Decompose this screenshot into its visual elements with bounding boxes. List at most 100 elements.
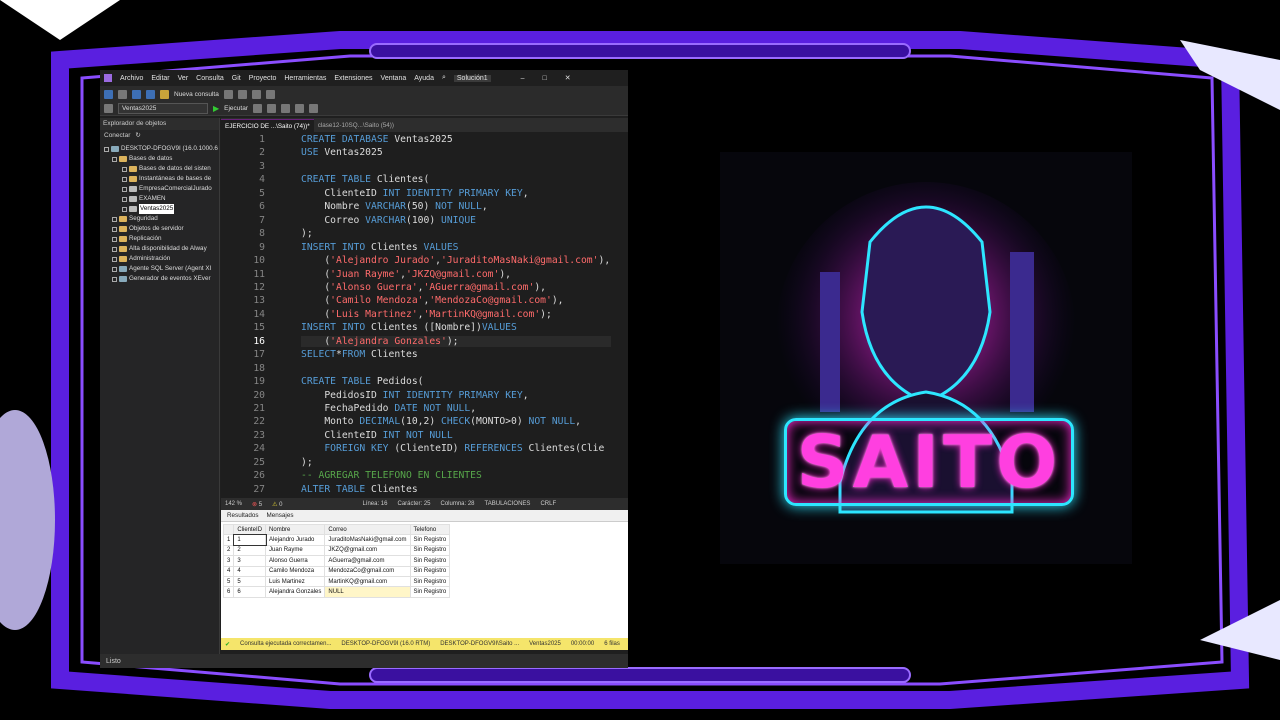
table-cell[interactable]: Camilo Mendoza [265,565,326,577]
new-query-icon[interactable] [160,89,169,99]
table-cell[interactable]: Luis Martinez [265,575,326,588]
tree-always-on[interactable]: Alta disponibilidad de Alway [100,244,219,254]
tree-system-dbs[interactable]: Bases de datos del sisten [100,164,219,174]
copy-icon[interactable] [251,89,261,99]
table-row[interactable]: 5 5 Luis Martinez MartinKQ@gmail.com Sin Reg… [222,575,451,588]
table-cell[interactable]: Sin Registro [409,544,451,557]
plan-icon[interactable] [267,103,277,113]
table-row[interactable]: 3 3 Alonso Guerra AGuerra@gmail.com Sin Regi… [222,555,451,567]
table-cell[interactable]: Sin Registro [409,534,451,546]
table-cell[interactable]: 4 [233,565,267,577]
tree-snapshots[interactable]: Instantáneas de bases de [100,174,219,184]
table-row[interactable]: 2 2 Juan Rayme JKZQ@gmail.com Sin Registro [222,544,451,557]
tab-ejercicio[interactable]: EJERCICIO DE ...\Saito (74))* [221,119,314,132]
tree-sql-agent[interactable]: Agente SQL Server (Agent XI [100,264,219,274]
tree-databases[interactable]: Bases de datos [100,154,219,164]
refresh-icon[interactable]: ↻ [135,130,140,142]
tree-server-objects[interactable]: Objetos de servidor [100,224,219,234]
column-header[interactable]: Telefono [409,523,451,536]
results-grid-icon[interactable] [281,103,291,113]
database-select[interactable]: Ventas2025 [118,102,208,114]
table-cell[interactable]: Alejandro Jurado [265,534,326,546]
comment-icon[interactable] [295,103,305,113]
redo-icon[interactable] [237,89,247,99]
query-status-bar: ✔ Consulta ejecutada correctamen... DESK… [221,638,628,650]
table-cell[interactable]: 1 [222,534,235,546]
menu-archivo[interactable]: Archivo [120,75,143,82]
table-cell[interactable]: NULL [324,586,411,598]
column-header[interactable] [222,523,235,536]
table-cell[interactable]: 4 [222,565,235,577]
undo-icon[interactable] [223,89,233,99]
warning-count[interactable]: ⚠ 0 [272,501,282,508]
tab-messages[interactable]: Mensajes [267,510,294,521]
paste-icon[interactable] [265,89,275,99]
error-count[interactable]: ⊗ 5 [252,501,262,508]
table-cell[interactable]: 2 [233,544,267,557]
column-header[interactable]: ClienteID [233,523,267,536]
menu-git[interactable]: Git [232,75,241,82]
close-button[interactable]: ✕ [565,74,571,82]
table-cell[interactable]: MendozaCo@gmail.com [324,565,411,577]
table-cell[interactable]: Sin Registro [409,565,451,577]
back-icon[interactable] [104,89,113,99]
menu-ver[interactable]: Ver [178,75,189,82]
table-cell[interactable]: 6 [222,586,235,598]
menu-ventana[interactable]: Ventana [381,75,407,82]
parse-icon[interactable] [253,103,263,113]
table-cell[interactable]: JuraditoMasNaki@gmail.com [324,534,411,546]
table-cell[interactable]: Alonso Guerra [265,555,326,567]
table-cell[interactable]: 2 [222,544,235,557]
menu-ayuda[interactable]: Ayuda [414,75,434,82]
search-icon[interactable]: ⌕ [442,74,446,82]
column-header[interactable]: Nombre [265,523,326,536]
filter-icon[interactable] [104,103,113,113]
table-cell[interactable]: Sin Registro [409,586,451,598]
table-cell[interactable]: MartinKQ@gmail.com [324,575,411,588]
code-area[interactable]: 1 CREATE DATABASE Ventas2025 2 USE Ventas20… [221,132,621,495]
tree-replication[interactable]: Replicación [100,234,219,244]
tree-xevent[interactable]: Generador de eventos XEver [100,274,219,284]
table-cell[interactable]: 5 [233,575,267,588]
maximize-button[interactable]: □ [543,75,547,82]
forward-icon[interactable] [118,89,127,99]
table-cell[interactable]: 3 [222,555,235,567]
zoom-level[interactable]: 142 % [225,501,242,507]
tree-server[interactable]: DESKTOP-DFOGV9I (16.0.1000.6 [100,144,219,154]
menu-herramientas[interactable]: Herramientas [284,75,326,82]
tree-db-ventas[interactable]: Ventas2025 [100,204,219,214]
tree-db-empresa[interactable]: EmpresaComercialJurado [100,184,219,194]
new-query-button[interactable]: Nueva consulta [174,91,219,98]
execute-icon[interactable]: ▶ [213,104,219,113]
tree-security[interactable]: Seguridad [100,214,219,224]
table-cell[interactable]: Juan Rayme [265,544,326,557]
table-cell[interactable]: Sin Registro [409,555,451,567]
menu-extensiones[interactable]: Extensiones [334,75,372,82]
save-all-icon[interactable] [146,89,155,99]
table-cell[interactable]: AGuerra@gmail.com [324,555,411,567]
results-grid[interactable]: ClienteID Nombre Correo Telefono 1 1 Alejandr… [222,523,451,598]
table-cell[interactable]: 3 [233,555,267,567]
table-cell[interactable]: 5 [222,575,235,588]
table-cell[interactable]: 1 [232,533,267,547]
save-icon[interactable] [132,89,141,99]
table-row[interactable]: 6 6 Alejandra Gonzales NULL Sin Registro [222,586,451,598]
tree-management[interactable]: Administración [100,254,219,264]
column-header[interactable]: Correo [324,523,411,536]
tab-results[interactable]: Resultados [227,510,259,521]
table-cell[interactable]: Sin Registro [409,575,451,588]
table-cell[interactable]: JKZQ@gmail.com [324,544,411,557]
execute-button[interactable]: Ejecutar [224,105,248,112]
menu-consulta[interactable]: Consulta [196,75,224,82]
menu-editar[interactable]: Editar [151,75,169,82]
menu-proyecto[interactable]: Proyecto [249,75,277,82]
table-cell[interactable]: Alejandra Gonzales [265,586,326,598]
connect-button[interactable]: Conectar [104,130,130,142]
table-row[interactable]: 4 4 Camilo Mendoza MendozaCo@gmail.com Sin R… [222,565,451,577]
minimize-button[interactable]: – [521,75,525,82]
tree-db-examen[interactable]: EXAMEN [100,194,219,204]
table-row[interactable]: 1 1 Alejandro Jurado JuraditoMasNaki@gmail.… [222,533,451,547]
indent-icon[interactable] [309,103,319,113]
table-cell[interactable]: 6 [233,586,267,598]
tab-clase12[interactable]: clase12-10SQ...\Saito (54)) [314,119,398,132]
